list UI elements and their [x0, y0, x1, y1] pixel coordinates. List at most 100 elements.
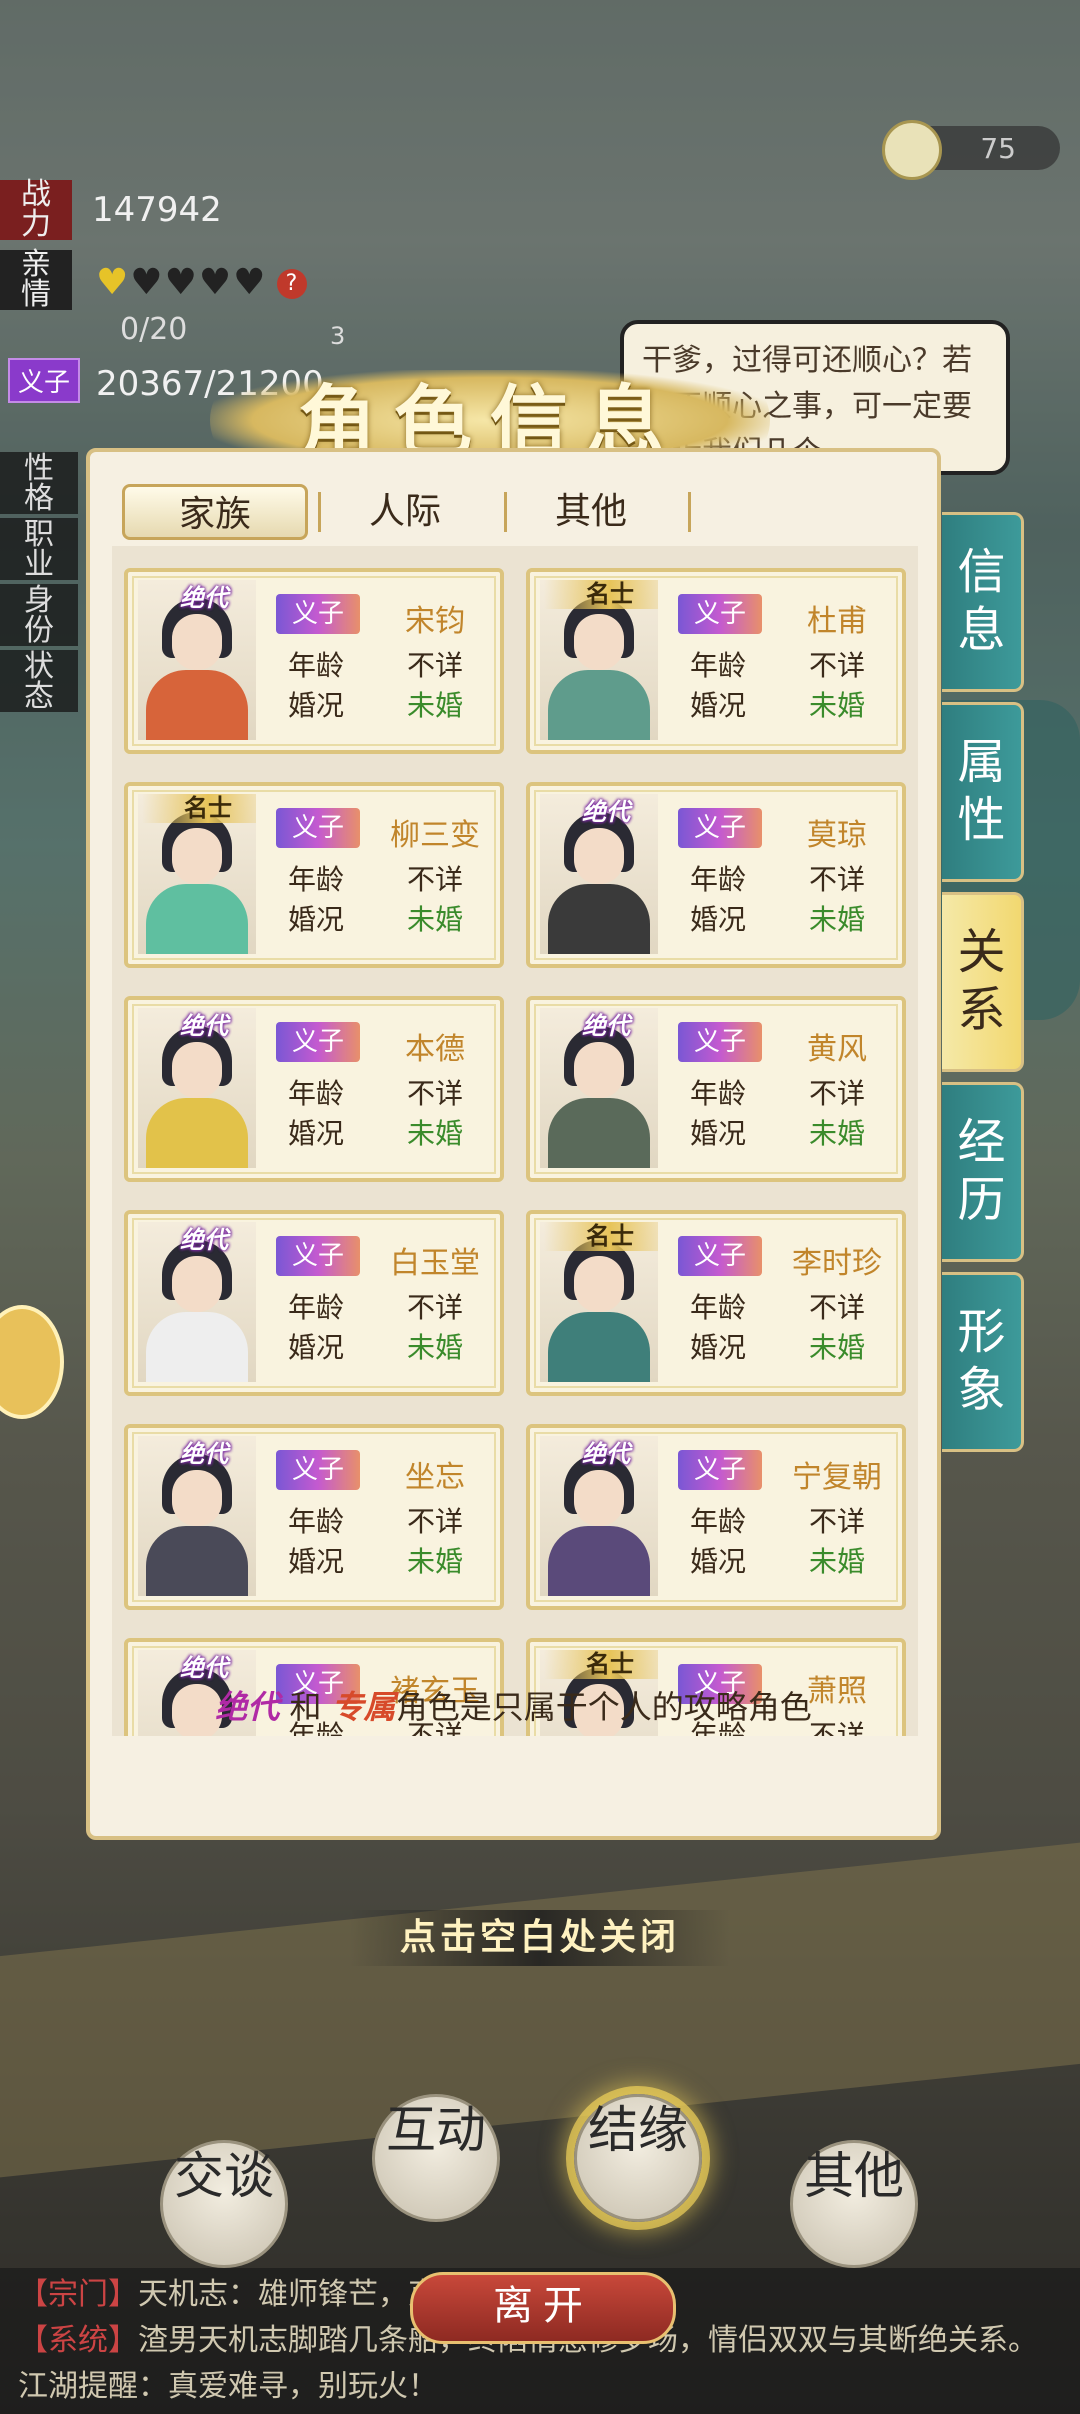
age-label: 年龄	[690, 1291, 747, 1324]
character-name: 宁复朝	[792, 1460, 882, 1495]
character-card[interactable]: 名士 义子 李时珍年龄 不详婚况 未婚	[526, 1210, 906, 1396]
rank-badge: 绝代	[180, 1654, 228, 1682]
age-value: 不详	[808, 1291, 865, 1324]
side-tab-info[interactable]: 信息	[942, 512, 1024, 692]
marriage-value: 未婚	[406, 1117, 463, 1150]
character-card[interactable]: 绝代 义子 莫琼 年龄 不详 婚况 未婚	[526, 782, 906, 968]
footnote-conj: 和	[289, 1688, 322, 1726]
help-icon[interactable]: ?	[277, 269, 308, 299]
rank-badge: 绝代	[180, 1012, 228, 1040]
currency-value: 75	[980, 132, 1016, 165]
character-name: 坐忘	[405, 1460, 465, 1495]
age-value: 不详	[406, 649, 463, 682]
portrait-face	[574, 614, 624, 670]
portrait-body	[548, 1526, 650, 1596]
character-portrait: 绝代	[138, 1436, 256, 1596]
character-portrait: 名士	[540, 1222, 658, 1382]
talk-button[interactable]: 交谈	[160, 2140, 288, 2268]
leave-button[interactable]: 离开	[410, 2272, 676, 2344]
character-card[interactable]: 绝代 义子 本德 年龄 不详 婚况 未婚	[124, 996, 504, 1182]
side-tag: 职业	[0, 518, 78, 580]
age-label: 年龄	[288, 1291, 345, 1324]
character-name: 黄风	[807, 1032, 867, 1067]
age-value: 不详	[406, 1077, 463, 1110]
talk-label: 交谈	[174, 2147, 274, 2205]
marriage-label: 婚况	[288, 1545, 345, 1578]
bowl-icon	[882, 120, 942, 180]
character-portrait: 绝代	[540, 1436, 658, 1596]
character-card[interactable]: 绝代 义子 黄风 年龄 不详 婚况 未婚	[526, 996, 906, 1182]
age-label: 年龄	[288, 863, 345, 896]
relation-tag: 义子	[276, 1450, 360, 1490]
marriage-label: 婚况	[288, 1117, 345, 1150]
marriage-label: 婚况	[288, 1331, 345, 1364]
character-card[interactable]: 名士 义子 柳三变 年龄 不详 婚况 未婚	[124, 782, 504, 968]
character-card[interactable]: 绝代 义子 宋钧 年龄 不详 婚况 未婚	[124, 568, 504, 754]
character-portrait: 绝代	[540, 1008, 658, 1168]
character-name: 宋钧	[405, 604, 465, 639]
marriage-value: 未婚	[406, 689, 463, 722]
relation-tag: 义子	[678, 1022, 762, 1062]
footnote-rank-a: 绝代	[215, 1688, 280, 1726]
portrait-face	[172, 1470, 222, 1526]
age-value: 不详	[808, 1077, 865, 1110]
side-tab-label: 形象	[957, 1304, 1006, 1418]
character-card-grid[interactable]: 绝代 义子 宋钧 年龄 不详 婚况 未婚 名士 义子 杜甫 年龄 不详 婚况 未婚 名士 义子 柳三变 年龄 不详婚…	[112, 546, 918, 1736]
marriage-value: 未婚	[808, 903, 865, 936]
rank-badge: 绝代	[180, 1226, 228, 1254]
character-portrait: 绝代	[540, 794, 658, 954]
marriage-label: 婚况	[690, 689, 747, 722]
marriage-label: 婚况	[690, 1331, 747, 1364]
character-name: 李时珍	[792, 1246, 882, 1281]
side-tab-attributes[interactable]: 属性	[942, 702, 1024, 882]
age-value: 不详	[808, 1505, 865, 1538]
close-hint[interactable]: 点击空白处关闭	[350, 1910, 730, 1966]
portrait-body	[146, 1526, 248, 1596]
tab-social[interactable]: 人际	[312, 484, 498, 540]
character-card[interactable]: 绝代 义子 坐忘 年龄 不详 婚况 未婚	[124, 1424, 504, 1610]
marriage-value: 未婚	[808, 1545, 865, 1578]
portrait-face	[574, 828, 624, 884]
bond-button[interactable]: 结缘	[574, 2094, 702, 2222]
rank-badge: 绝代	[582, 1012, 630, 1040]
other-button[interactable]: 其他	[790, 2140, 918, 2268]
side-tab-label: 属性	[957, 734, 1006, 848]
other-label: 其他	[804, 2147, 904, 2205]
age-label: 年龄	[288, 1505, 345, 1538]
portrait-face	[172, 828, 222, 884]
power-value: 147942	[92, 190, 222, 230]
side-tag: 身份	[0, 584, 78, 646]
relation-tag: 义子	[678, 1450, 762, 1490]
character-card[interactable]: 名士 义子 杜甫 年龄 不详 婚况 未婚	[526, 568, 906, 754]
side-tab-appearance[interactable]: 形象	[942, 1272, 1024, 1452]
marriage-label: 婚况	[288, 903, 345, 936]
relation-tag: 义子	[276, 1022, 360, 1062]
rank-badge: 名士	[142, 794, 256, 823]
character-card[interactable]: 绝代 义子 宁复朝 年龄 不详 婚况 未婚	[526, 1424, 906, 1610]
ticker-tag: 【宗门】	[18, 2277, 138, 2312]
footnote-text: 角色是只属于个人的攻略角色	[395, 1688, 812, 1726]
affection-stat: 亲情 ♥♥♥♥♥?	[0, 250, 380, 310]
side-tab-relations[interactable]: 关系	[942, 892, 1024, 1072]
affection-count: 0/20	[120, 312, 188, 347]
character-info-panel: 家族 人际 其他 绝代 义子 宋钧 年龄 不详 婚况 未婚 名士 义子 杜甫 年龄 不详 婚况 未婚 名士义…	[86, 448, 941, 1840]
character-portrait: 绝代	[138, 580, 256, 740]
power-stat: 战力 147942	[0, 180, 380, 240]
portrait-body	[548, 670, 650, 740]
age-label: 年龄	[690, 863, 747, 896]
marriage-value: 未婚	[406, 1331, 463, 1364]
tab-family[interactable]: 家族	[122, 484, 308, 540]
portrait-face	[172, 614, 222, 670]
marriage-value: 未婚	[406, 903, 463, 936]
character-card[interactable]: 绝代 义子 白玉堂 年龄 不详 婚况 未婚	[124, 1210, 504, 1396]
marriage-value: 未婚	[808, 1331, 865, 1364]
relation-tag: 义子	[678, 1236, 762, 1276]
portrait-body	[146, 670, 248, 740]
tab-other[interactable]: 其他	[498, 484, 684, 540]
side-tab-history[interactable]: 经历	[942, 1082, 1024, 1262]
heart-empty-icon: ♥	[130, 262, 165, 303]
interact-button[interactable]: 互动	[372, 2094, 500, 2222]
relation-tag: 义子	[678, 594, 762, 634]
tab-divider	[688, 492, 691, 532]
bond-label: 结缘	[588, 2101, 688, 2159]
